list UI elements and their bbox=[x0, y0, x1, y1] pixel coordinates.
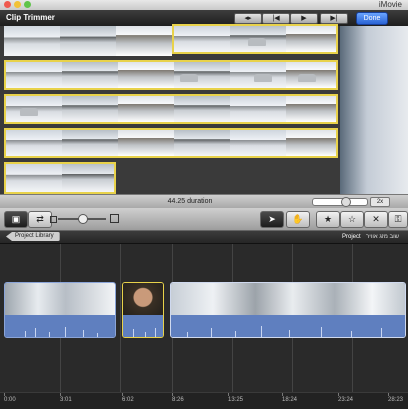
reject-x-icon[interactable]: ✕ bbox=[364, 211, 388, 228]
thumbnail bbox=[230, 130, 286, 156]
done-button[interactable]: Done bbox=[356, 12, 388, 25]
close-window-button[interactable] bbox=[4, 1, 11, 8]
breadcrumb-project-name: שוב מזג אוויר bbox=[366, 234, 400, 240]
tick-label: 8:26 bbox=[172, 397, 184, 403]
project-library-button[interactable]: Project Library bbox=[6, 232, 60, 241]
filmstrip-row-selected[interactable] bbox=[4, 60, 338, 90]
car-shape bbox=[248, 38, 266, 46]
arrow-tool-button[interactable]: ➤ bbox=[260, 211, 284, 228]
thumbnail bbox=[230, 62, 286, 88]
timeline-clip[interactable] bbox=[4, 282, 116, 338]
camera-import-button[interactable]: ▣ bbox=[4, 211, 28, 228]
thumbnail bbox=[62, 62, 118, 88]
thumbnail bbox=[286, 130, 336, 156]
filmstrip-row-selected[interactable] bbox=[4, 94, 338, 124]
tick-label: 23:24 bbox=[338, 397, 354, 403]
clip-video-track bbox=[171, 283, 405, 315]
thumbnail bbox=[6, 62, 62, 88]
zoom-slider[interactable] bbox=[312, 197, 368, 207]
thumbnail bbox=[286, 62, 336, 88]
thumbnail bbox=[116, 26, 172, 56]
go-to-start-button[interactable]: |◀ bbox=[262, 13, 290, 24]
duration-label: 44.25 duration bbox=[167, 198, 213, 205]
tick-label: 28:23 bbox=[388, 397, 404, 403]
thumbnail bbox=[174, 96, 230, 122]
filmstrip-row-selected[interactable] bbox=[4, 128, 338, 158]
clip-audio-waveform bbox=[5, 315, 115, 337]
breadcrumb-project[interactable]: Project bbox=[342, 231, 361, 243]
thumbnail bbox=[62, 164, 114, 192]
thumbnail bbox=[6, 130, 62, 156]
project-header: Project Library Project שוב מזג אוויר bbox=[0, 231, 408, 244]
filmstrip-row-selected[interactable] bbox=[172, 24, 338, 54]
viewer-preview bbox=[340, 26, 408, 194]
thumbnail bbox=[60, 26, 116, 56]
thumbnail bbox=[118, 96, 174, 122]
thumbnail bbox=[6, 96, 62, 122]
keyword-key-icon[interactable]: ⚿ bbox=[388, 211, 408, 228]
swap-events-projects-button[interactable]: ⇄ bbox=[28, 211, 52, 228]
thumbnail bbox=[118, 62, 174, 88]
tick-label: 0:00 bbox=[4, 397, 16, 403]
timeline-clip[interactable] bbox=[122, 282, 164, 338]
go-to-end-button[interactable]: ▶| bbox=[320, 13, 348, 24]
large-thumbnail-icon bbox=[110, 214, 119, 223]
zoom-slider-knob[interactable] bbox=[341, 197, 351, 207]
car-shape bbox=[20, 108, 38, 116]
clip-video-track bbox=[123, 283, 163, 315]
small-thumbnail-icon bbox=[50, 216, 57, 223]
thumbnail bbox=[230, 96, 286, 122]
clip-trimmer-status-bar: 44.25 duration 2x bbox=[0, 194, 408, 209]
divider bbox=[120, 244, 121, 392]
clip-video-track bbox=[5, 283, 115, 315]
thumbnail bbox=[6, 164, 62, 192]
thumbnail bbox=[62, 96, 118, 122]
project-timeline[interactable]: 0:00 3:01 6:02 8:26 13:25 18:24 23:24 28… bbox=[0, 244, 408, 409]
tick-label: 3:01 bbox=[60, 397, 72, 403]
play-around-button[interactable]: ◂▸ bbox=[234, 13, 262, 24]
thumbnail bbox=[118, 130, 174, 156]
thumbnail-size-slider[interactable] bbox=[58, 214, 106, 224]
tick-label: 6:02 bbox=[122, 397, 134, 403]
clip-audio-waveform bbox=[171, 315, 405, 337]
car-shape bbox=[180, 74, 198, 82]
main-toolbar: ▣ ⇄ ➤ ✋ ★ ☆ ✕ ⚿ bbox=[0, 208, 408, 231]
clip-audio-waveform bbox=[123, 315, 163, 337]
thumbnail bbox=[174, 62, 230, 88]
timeline-ruler[interactable]: 0:00 3:01 6:02 8:26 13:25 18:24 23:24 28… bbox=[0, 392, 408, 409]
filmstrip-row-selected[interactable] bbox=[4, 162, 116, 194]
thumbnail-size-knob[interactable] bbox=[78, 214, 88, 224]
timeline-clip-selected[interactable] bbox=[170, 282, 406, 338]
thumbnail bbox=[62, 130, 118, 156]
thumbnail bbox=[174, 130, 230, 156]
play-button[interactable]: ▶ bbox=[290, 13, 318, 24]
unmark-star-icon[interactable]: ☆ bbox=[340, 211, 364, 228]
hand-tool-button[interactable]: ✋ bbox=[286, 211, 310, 228]
filmstrip-area[interactable] bbox=[0, 24, 340, 194]
car-shape bbox=[254, 74, 272, 82]
clip-trimmer-title: Clip Trimmer bbox=[6, 13, 55, 22]
tick-label: 18:24 bbox=[282, 397, 298, 403]
car-shape bbox=[298, 74, 316, 82]
filmstrip-row[interactable] bbox=[4, 26, 172, 56]
favorite-star-icon[interactable]: ★ bbox=[316, 211, 340, 228]
minimize-window-button[interactable] bbox=[14, 1, 21, 8]
thumbnail bbox=[286, 26, 336, 52]
thumbnail bbox=[4, 26, 60, 56]
tick-label: 13:25 bbox=[228, 397, 244, 403]
thumbnail bbox=[174, 26, 230, 52]
zoom-window-button[interactable] bbox=[24, 1, 31, 8]
thumbnail bbox=[286, 96, 336, 122]
zoom-level-label: 2x bbox=[370, 197, 390, 207]
thumbnail bbox=[230, 26, 286, 52]
app-title: iMovie bbox=[378, 0, 402, 9]
